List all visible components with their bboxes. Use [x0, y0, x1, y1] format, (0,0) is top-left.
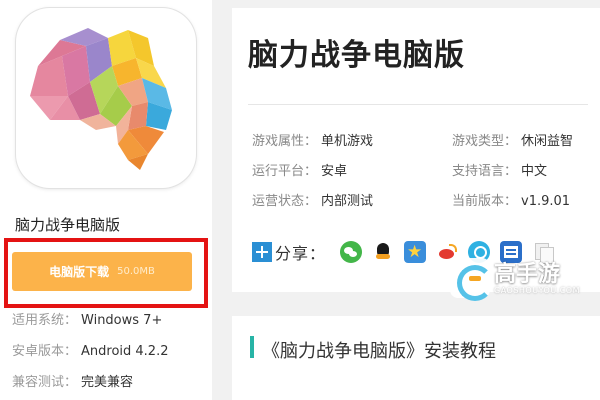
attr-language: 支持语言： 中文 — [452, 160, 547, 179]
attr-key: 运行平台： — [252, 164, 318, 179]
attr-value: 休闲益智 — [521, 134, 574, 149]
divider — [248, 104, 588, 105]
brain-app-icon — [16, 8, 196, 188]
gaoshouyou-watermark: 高手游 GAOSHOUYOU.COM — [450, 256, 580, 304]
download-size: 50.0MB — [117, 266, 155, 277]
attr-value: v1.9.01 — [521, 194, 571, 209]
watermark-brand: 高手游 — [494, 262, 561, 287]
download-label: 电脑版下载 — [49, 265, 110, 279]
attr-game-type: 游戏类型： 休闲益智 — [452, 130, 573, 149]
gaoshouyou-logo-icon — [450, 258, 493, 301]
attr-key: 当前版本： — [452, 194, 518, 209]
spec-android: 安卓版本： Android 4.2.2 — [12, 340, 169, 359]
spec-compat: 兼容测试： 完美兼容 — [12, 371, 133, 390]
qzone-icon[interactable] — [404, 241, 427, 263]
page-title: 脑力战争电脑版 — [248, 38, 465, 73]
tutorial-section: 《脑力战争电脑版》安装教程 — [232, 316, 600, 400]
spec-value: Windows 7+ — [81, 313, 163, 328]
attr-value: 单机游戏 — [321, 134, 374, 149]
app-info-panel: 脑力战争电脑版 电脑版下载 50.0MB 适用系统： Windows 7+ 安卓版… — [0, 0, 212, 400]
attr-key: 运营状态： — [252, 194, 318, 209]
game-detail-panel: 脑力战争电脑版 游戏属性： 单机游戏 游戏类型： 休闲益智 运行平台： 安卓 支持语言… — [232, 8, 600, 292]
brain-icon — [30, 28, 172, 170]
tutorial-heading[interactable]: 《脑力战争电脑版》安装教程 — [262, 337, 496, 363]
attr-platform: 运行平台： 安卓 — [252, 160, 347, 179]
attr-version: 当前版本： v1.9.01 — [452, 190, 570, 209]
wechat-icon[interactable] — [340, 241, 363, 263]
share-label: 分享： — [275, 244, 327, 263]
spec-os: 适用系统： Windows 7+ — [12, 309, 162, 328]
app-name: 脑力战争电脑版 — [15, 216, 121, 234]
attr-value: 中文 — [521, 164, 548, 179]
watermark-url: GAOSHOUYOU.COM — [494, 286, 581, 295]
attr-key: 游戏属性： — [252, 134, 318, 149]
qq-icon[interactable] — [372, 241, 395, 263]
attr-key: 支持语言： — [452, 164, 518, 179]
spec-key: 安卓版本： — [12, 344, 78, 359]
spec-key: 适用系统： — [12, 313, 78, 328]
spec-value: Android 4.2.2 — [81, 344, 169, 359]
section-accent-bar — [250, 336, 254, 358]
spec-value: 完美兼容 — [81, 375, 134, 390]
attr-value: 内部测试 — [321, 194, 374, 209]
attr-key: 游戏类型： — [452, 134, 518, 149]
attr-game-property: 游戏属性： 单机游戏 — [252, 130, 373, 149]
spec-key: 兼容测试： — [12, 375, 78, 390]
attr-value: 安卓 — [321, 164, 348, 179]
pc-download-button[interactable]: 电脑版下载 50.0MB — [12, 252, 192, 291]
attr-status: 运营状态： 内部测试 — [252, 190, 373, 209]
share-plus-icon[interactable] — [252, 242, 272, 262]
